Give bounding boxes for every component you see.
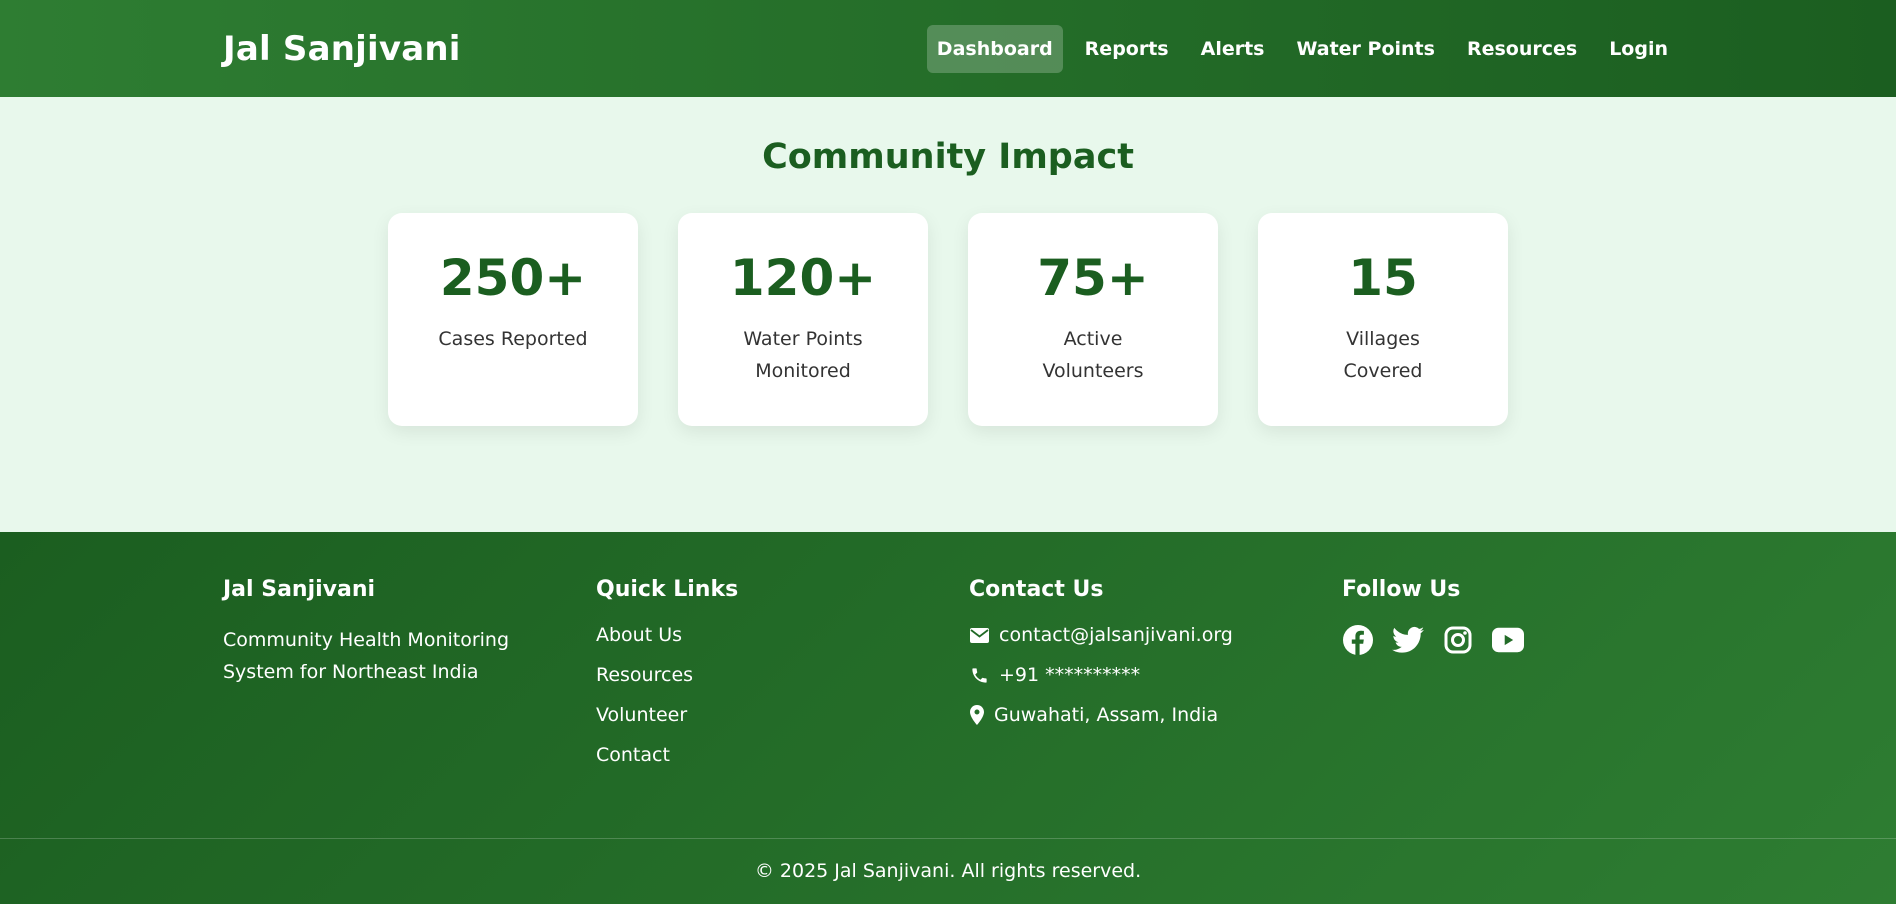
contact-location-row: Guwahati, Assam, India (969, 704, 1342, 726)
brand-logo[interactable]: Jal Sanjivani (223, 29, 461, 69)
link-contact[interactable]: Contact (596, 744, 969, 766)
footer-about-description: Community Health Monitoring System for N… (223, 629, 510, 683)
footer: Jal Sanjivani Community Health Monitorin… (0, 532, 1896, 904)
footer-quick-links: Quick Links About Us Resources Volunteer… (596, 577, 969, 784)
footer-about: Jal Sanjivani Community Health Monitorin… (223, 577, 596, 784)
stat-card-water-points: 120+ Water Points Monitored (678, 213, 928, 426)
instagram-icon[interactable] (1442, 624, 1474, 656)
footer-about-title: Jal Sanjivani (223, 577, 376, 602)
nav-login[interactable]: Login (1599, 25, 1678, 73)
social-links (1342, 624, 1715, 656)
stat-label: Villages Covered (1343, 328, 1423, 382)
contact-location: Guwahati, Assam, India (994, 704, 1219, 726)
footer-follow: Follow Us (1342, 577, 1715, 784)
nav-dashboard[interactable]: Dashboard (926, 24, 1063, 73)
stat-value: 250+ (439, 249, 587, 307)
link-resources[interactable]: Resources (596, 664, 969, 686)
community-impact-section: Community Impact 250+ Cases Reported 120… (0, 97, 1896, 532)
twitter-icon[interactable] (1392, 624, 1424, 656)
envelope-icon (969, 625, 989, 645)
section-title: Community Impact (762, 137, 1134, 177)
contact-email[interactable]: contact@jalsanjivani.org (999, 624, 1233, 646)
map-pin-icon (969, 705, 984, 725)
nav-water-points[interactable]: Water Points (1286, 25, 1444, 73)
footer-columns: Jal Sanjivani Community Health Monitorin… (0, 532, 1896, 784)
youtube-icon[interactable] (1492, 624, 1524, 656)
main-nav: Dashboard Reports Alerts Water Points Re… (926, 24, 1678, 73)
phone-icon (969, 665, 989, 685)
copyright-text: © 2025 Jal Sanjivani. All rights reserve… (754, 860, 1142, 882)
contact-phone-row: +91 ********** (969, 664, 1342, 686)
facebook-icon[interactable] (1342, 624, 1374, 656)
stat-value: 75+ (1037, 249, 1149, 307)
follow-title: Follow Us (1342, 577, 1461, 602)
stat-label: Active Volunteers (1042, 328, 1144, 382)
quick-links-title: Quick Links (596, 577, 739, 602)
stat-card-cases: 250+ Cases Reported (388, 213, 638, 426)
contact-email-row: contact@jalsanjivani.org (969, 624, 1342, 646)
stat-label: Cases Reported (438, 328, 588, 350)
contact-title: Contact Us (969, 577, 1104, 602)
navbar: Jal Sanjivani Dashboard Reports Alerts W… (0, 0, 1896, 97)
stat-value: 15 (1348, 249, 1418, 307)
nav-resources[interactable]: Resources (1457, 25, 1587, 73)
stats-grid: 250+ Cases Reported 120+ Water Points Mo… (0, 213, 1896, 426)
stat-card-volunteers: 75+ Active Volunteers (968, 213, 1218, 426)
stat-card-villages: 15 Villages Covered (1258, 213, 1508, 426)
nav-alerts[interactable]: Alerts (1191, 25, 1275, 73)
stat-label: Water Points Monitored (743, 328, 863, 382)
link-volunteer[interactable]: Volunteer (596, 704, 969, 726)
quick-links-list: About Us Resources Volunteer Contact (596, 624, 969, 766)
stat-value: 120+ (729, 249, 877, 307)
link-about-us[interactable]: About Us (596, 624, 969, 646)
contact-phone: +91 ********** (999, 664, 1141, 686)
nav-reports[interactable]: Reports (1075, 25, 1179, 73)
footer-contact: Contact Us contact@jalsanjivani.org +91 … (969, 577, 1342, 784)
